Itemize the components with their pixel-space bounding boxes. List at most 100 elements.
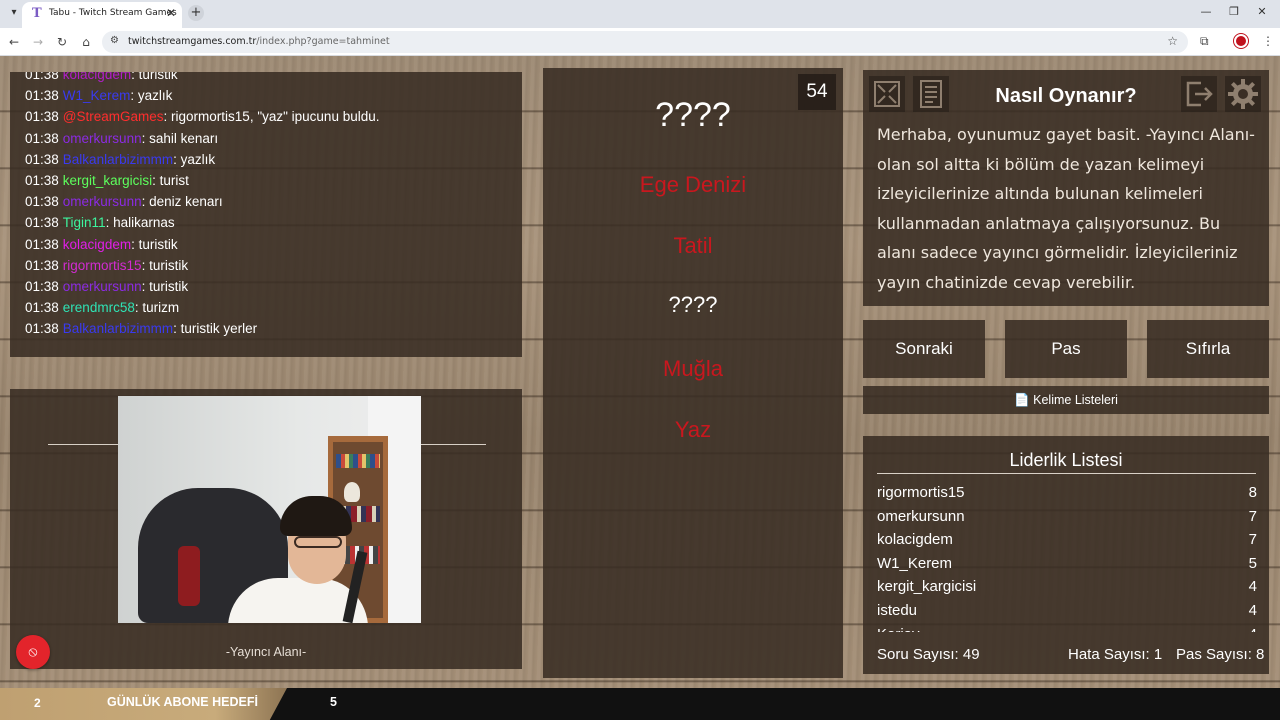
player-score: 4 [1248, 602, 1257, 619]
leaderboard-row: kergit_kargicisi 4 [877, 576, 1257, 600]
player-score: 4 [1248, 578, 1257, 596]
chat-username[interactable]: omerkursunn [63, 194, 142, 209]
chat-username[interactable]: kolacigdem [63, 237, 131, 252]
address-bar[interactable]: ⚙ twitchstreamgames.com.tr/index.php?gam… [102, 31, 1188, 53]
exit-icon[interactable] [1181, 76, 1217, 112]
chat-text: yazlık [180, 151, 216, 167]
menu-icon[interactable]: ⋮ [1262, 34, 1274, 48]
webcam-video [118, 396, 421, 623]
chat-timestamp: 01:38 [25, 194, 59, 210]
chat-message: 01:38 erendmrc58: turizm [25, 300, 179, 315]
chat-separator: : [141, 194, 150, 210]
profile-icon[interactable] [1234, 34, 1248, 48]
chat-text: rigormortis15, "yaz" ipucunu buldu. [171, 109, 380, 125]
chat-separator: : [130, 88, 138, 104]
player-score: 8 [1248, 484, 1257, 501]
close-icon[interactable]: ✕ [166, 6, 176, 20]
chat-timestamp: 01:38 [25, 130, 59, 146]
chat-separator: : [152, 173, 160, 188]
leaderboard-row: istedu 4 [877, 600, 1257, 624]
goal-target: 5 [330, 695, 337, 709]
forward-icon[interactable]: → [30, 34, 46, 50]
leaderboard-title: Liderlik Listesi [1009, 450, 1123, 470]
chat-message: 01:38 omerkursunn: deniz kenarı [25, 194, 223, 209]
chat-username[interactable]: omerkursunn [63, 279, 142, 294]
forbidden-word: Muğla [663, 356, 723, 381]
new-tab-icon[interactable]: + [188, 5, 204, 21]
leaderboard-row: kolacigdem 7 [877, 529, 1257, 553]
question-count: Soru Sayısı: 49 [877, 646, 980, 663]
chat-text: turistik [149, 257, 189, 273]
home-icon[interactable]: ⌂ [78, 34, 94, 50]
word-lists-button[interactable]: 📄 Kelime Listeleri [863, 386, 1269, 414]
chat-username[interactable]: Balkanlarbizimmm [63, 321, 173, 336]
leaderboard-panel: Liderlik Listesi rigormortis15 8 omerkursu… [863, 436, 1269, 674]
record-icon[interactable]: ⦸ [16, 635, 50, 669]
chat-username[interactable]: omerkursunn [63, 131, 142, 146]
player-name: Koriay [877, 626, 920, 632]
how-to-play-text: Merhaba, oyunumuz gayet basit. -Yayıncı … [877, 125, 1255, 292]
chat-message: 01:38 omerkursunn: sahil kenarı [25, 131, 218, 146]
chat-username[interactable]: Tigin11 [63, 215, 106, 230]
forbidden-word: Tatil [673, 233, 713, 258]
player-name: rigormortis15 [877, 484, 965, 501]
tab-dropdown-icon[interactable]: ▾ [6, 5, 22, 21]
chat-text: sahil kenarı [149, 130, 219, 146]
reload-icon[interactable]: ↻ [54, 34, 70, 50]
fullscreen-icon[interactable] [869, 76, 905, 112]
chat-message: 01:38 Tigin11: halikarnas [25, 215, 175, 230]
settings-gear-icon[interactable] [1225, 76, 1261, 112]
divider [877, 473, 1256, 474]
reset-button[interactable]: Sıfırla [1147, 320, 1269, 378]
chat-text: halikarnas [113, 215, 175, 231]
subscriber-goal-bar: 2 GÜNLÜK ABONE HEDEFİ 5 [0, 688, 1280, 720]
chat-timestamp: 01:38 [25, 257, 59, 273]
chat-timestamp: 01:38 [25, 151, 59, 167]
chat-separator: : [131, 236, 139, 252]
chat-username[interactable]: erendmrc58 [63, 300, 135, 315]
extensions-icon[interactable]: ⧉ [1200, 34, 1209, 49]
bookmark-star-icon[interactable]: ☆ [1167, 34, 1178, 48]
chat-username[interactable]: Balkanlarbizimmm [63, 152, 173, 167]
chat-username[interactable]: @StreamGames [63, 109, 164, 124]
chat-username[interactable]: kergit_kargicisi [63, 173, 152, 188]
leaderboard-row: W1_Kerem 5 [877, 553, 1257, 577]
window-close-icon[interactable]: ✕ [1252, 5, 1272, 18]
error-count: Hata Sayısı: 1 [1068, 646, 1163, 663]
how-to-play-panel: Nasıl Oynanır? Merhaba, oyunumuz gayet b… [863, 70, 1269, 306]
leaderboard-row: Koriay 4 [877, 624, 1257, 632]
chat-username[interactable]: kolacigdem [63, 72, 131, 82]
chat-text: turistik [138, 236, 178, 252]
notes-icon[interactable] [913, 76, 949, 112]
chat-timestamp: 01:38 [25, 72, 59, 82]
browser-tab[interactable]: T Tabu - Twitch Stream Games ✕ [22, 2, 182, 28]
chat-username[interactable]: W1_Kerem [63, 88, 131, 103]
chat-text: deniz kenarı [149, 194, 223, 210]
maximize-icon[interactable]: ❐ [1224, 5, 1244, 18]
tab-title: Tabu - Twitch Stream Games [49, 8, 177, 18]
chat-separator: : [141, 257, 150, 273]
document-icon: 📄 [1014, 393, 1030, 407]
chat-text: turizm [142, 300, 180, 316]
site-info-icon[interactable]: ⚙ [110, 35, 119, 46]
chat-timestamp: 01:38 [25, 215, 59, 231]
chat-text: turistik [149, 279, 189, 294]
streamer-area-caption: -Yayıncı Alanı- [225, 645, 307, 659]
chat-timestamp: 01:38 [25, 321, 59, 337]
pass-button[interactable]: Pas [1005, 320, 1127, 378]
minimize-icon[interactable]: — [1196, 5, 1216, 18]
chat-message: 01:38 omerkursunn: turistik [25, 279, 188, 294]
chat-timestamp: 01:38 [25, 109, 59, 125]
chat-message: 01:38 Balkanlarbizimmm: yazlık [25, 152, 215, 167]
chat-separator: : [141, 279, 150, 294]
chat-username[interactable]: rigormortis15 [63, 258, 142, 273]
back-icon[interactable]: ← [6, 34, 22, 50]
game-page: 01:38 kolacigdem: turistik 01:38 W1_Kerem: … [0, 56, 1280, 688]
chat-timestamp: 01:38 [25, 300, 59, 316]
chat-separator: : [141, 130, 150, 146]
leaderboard-list[interactable]: rigormortis15 8 omerkursunn 7 kolacigdem 7 W1_… [863, 482, 1269, 632]
chat-message: 01:38 rigormortis15: turistik [25, 258, 188, 273]
url-host: twitchstreamgames.com.tr [128, 36, 257, 47]
pass-count: Pas Sayısı: 8 [1176, 646, 1265, 663]
next-button[interactable]: Sonraki [863, 320, 985, 378]
